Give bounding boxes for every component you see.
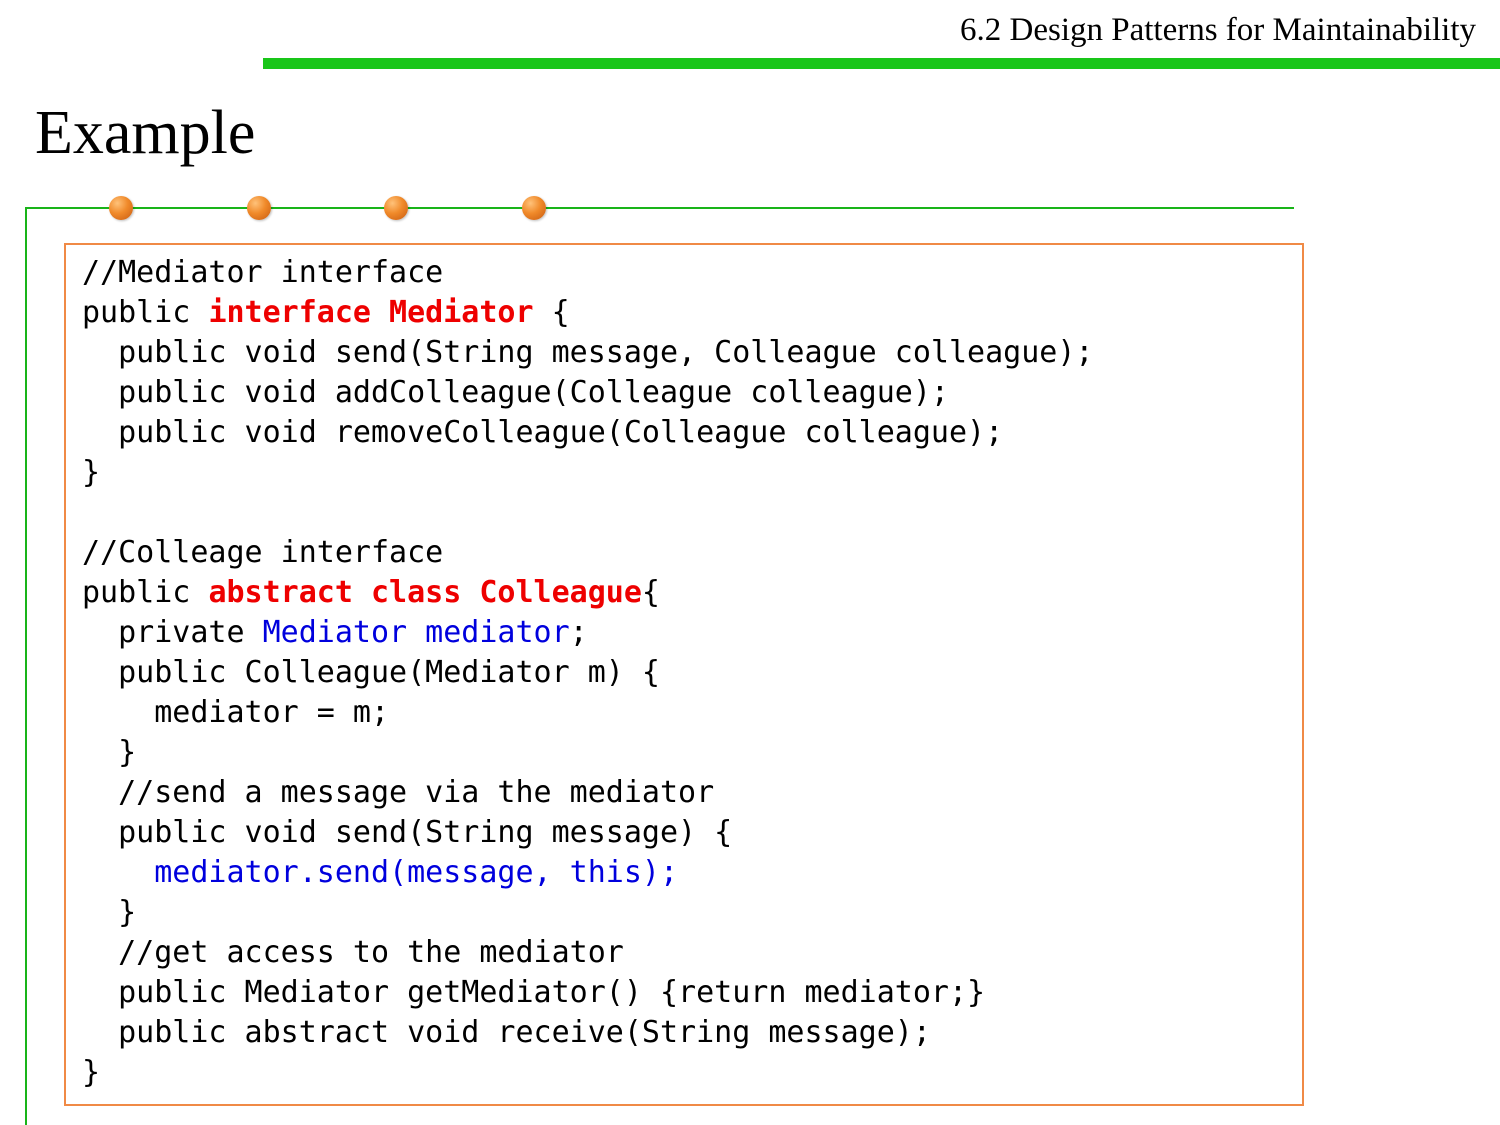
code-text: } bbox=[82, 1055, 101, 1090]
code-listing: //Mediator interface public interface Med… bbox=[82, 253, 1093, 1093]
code-text: public void addColleague(Colleague colle… bbox=[82, 375, 949, 410]
slide-title: Example bbox=[35, 99, 256, 167]
code-text: //Colleage interface bbox=[82, 535, 444, 570]
code-text: ; bbox=[569, 615, 588, 650]
code-line: private Mediator mediator; bbox=[82, 613, 1093, 653]
code-highlight: Mediator mediator bbox=[262, 615, 570, 650]
code-text: public void send(String message) { bbox=[82, 815, 733, 850]
code-text: } bbox=[82, 895, 137, 930]
code-line: mediator = m; bbox=[82, 693, 1093, 733]
code-text: public bbox=[82, 575, 209, 610]
code-text: //get access to the mediator bbox=[82, 935, 624, 970]
title-divider-line bbox=[25, 207, 1294, 209]
decorative-dot-4 bbox=[522, 196, 546, 220]
section-title: 6.2 Design Patterns for Maintainability bbox=[960, 12, 1476, 48]
code-line: public Mediator getMediator() {return me… bbox=[82, 973, 1093, 1013]
code-line: public void removeColleague(Colleague co… bbox=[82, 413, 1093, 453]
code-line: public void addColleague(Colleague colle… bbox=[82, 373, 1093, 413]
code-line: } bbox=[82, 453, 1093, 493]
left-margin-line bbox=[25, 207, 27, 1125]
code-keyword: abstract class Colleague bbox=[208, 575, 642, 610]
code-text: public Mediator getMediator() {return me… bbox=[82, 975, 986, 1010]
code-highlight: mediator.send(message, this); bbox=[154, 855, 679, 890]
code-text: mediator = m; bbox=[82, 695, 390, 730]
code-text: } bbox=[82, 735, 137, 770]
code-text: public void removeColleague(Colleague co… bbox=[82, 415, 1004, 450]
code-line: public void send(String message, Colleag… bbox=[82, 333, 1093, 373]
code-text: public abstract void receive(String mess… bbox=[82, 1015, 931, 1050]
decorative-dot-3 bbox=[384, 196, 408, 220]
code-text: } bbox=[82, 455, 101, 490]
code-line: //get access to the mediator bbox=[82, 933, 1093, 973]
code-text: private bbox=[82, 615, 263, 650]
code-line: //send a message via the mediator bbox=[82, 773, 1093, 813]
code-text: { bbox=[533, 295, 570, 330]
code-line: public abstract void receive(String mess… bbox=[82, 1013, 1093, 1053]
header-accent-bar bbox=[263, 58, 1500, 69]
code-line: mediator.send(message, this); bbox=[82, 853, 1093, 893]
code-text: public Colleague(Mediator m) { bbox=[82, 655, 660, 690]
code-block: //Mediator interface public interface Med… bbox=[64, 243, 1304, 1106]
code-line: public Colleague(Mediator m) { bbox=[82, 653, 1093, 693]
code-line: } bbox=[82, 893, 1093, 933]
code-line: public abstract class Colleague{ bbox=[82, 573, 1093, 613]
code-text: { bbox=[641, 575, 660, 610]
code-line: } bbox=[82, 733, 1093, 773]
code-text: public bbox=[82, 295, 209, 330]
decorative-dot-1 bbox=[109, 196, 133, 220]
code-text: //Mediator interface bbox=[82, 255, 444, 290]
code-line: //Colleage interface bbox=[82, 533, 1093, 573]
code-line: public interface Mediator { bbox=[82, 293, 1093, 333]
code-line: } bbox=[82, 1053, 1093, 1093]
code-line: public void send(String message) { bbox=[82, 813, 1093, 853]
code-text: //send a message via the mediator bbox=[82, 775, 715, 810]
code-line: //Mediator interface bbox=[82, 253, 1093, 293]
code-keyword: interface Mediator bbox=[208, 295, 534, 330]
code-text: public void send(String message, Colleag… bbox=[82, 335, 1094, 370]
decorative-dot-2 bbox=[247, 196, 271, 220]
